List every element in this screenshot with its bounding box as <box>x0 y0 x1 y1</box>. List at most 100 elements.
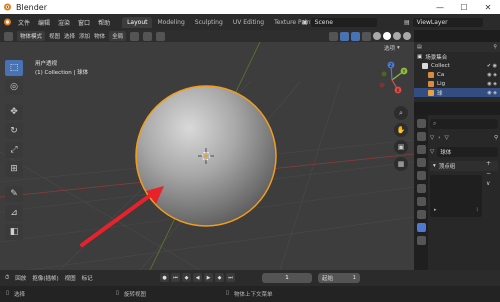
menu-timeline-view[interactable]: 视图 <box>65 274 76 282</box>
start-frame-field[interactable]: 起始 1 <box>318 273 360 283</box>
measure-tool-icon[interactable]: ⊿ <box>5 205 23 221</box>
list-item[interactable]: Collect ✔ ◉ <box>414 61 500 70</box>
modifier-tab-icon[interactable] <box>416 210 426 219</box>
data-tab-icon[interactable] <box>416 223 426 232</box>
world-tab-icon[interactable] <box>416 184 426 193</box>
overlay-toggle-icon[interactable] <box>351 31 360 41</box>
view-layer-name[interactable]: ViewLayer <box>412 17 483 27</box>
properties-search-input[interactable]: ⌕ <box>430 119 498 129</box>
object-name-field[interactable]: 球体 <box>437 147 498 157</box>
render-tab-icon[interactable] <box>416 132 426 141</box>
material-tab-icon[interactable] <box>416 236 426 245</box>
next-keyframe-icon[interactable]: ◆ <box>215 273 224 282</box>
visibility-eye-icon[interactable]: ◉ ◈ <box>487 72 500 78</box>
chevron-down-icon: ▾ <box>397 45 400 51</box>
maximize-button[interactable]: ☐ <box>452 0 476 14</box>
menu-help[interactable]: 帮助 <box>94 18 114 27</box>
3d-viewport[interactable]: 用户透视 (1) Collection | 球体 Y Z X ⌕ ✋ ▣ ▦ <box>0 42 414 270</box>
rendered-shading-icon[interactable] <box>403 32 411 40</box>
play-icon[interactable]: ▶ <box>204 273 213 282</box>
transform-orientation[interactable]: 全局 <box>109 31 127 41</box>
list-item[interactable]: ▣ 场景集合 <box>414 52 500 61</box>
solid-shading-icon[interactable] <box>383 32 391 40</box>
scene-selector[interactable]: ▣ Scene <box>302 16 402 28</box>
menu-object[interactable]: 物体 <box>94 32 105 40</box>
visibility-eye-icon[interactable]: ◉ ◈ <box>487 90 500 96</box>
mode-selector[interactable]: 物体模式 <box>17 31 46 41</box>
minimize-button[interactable]: — <box>428 0 452 14</box>
menu-file[interactable]: 文件 <box>14 18 34 27</box>
tool-tab-icon[interactable] <box>416 119 426 128</box>
vertex-group-list[interactable]: ▸ ⁞ <box>430 175 482 217</box>
view-layer-selector[interactable]: ▤ ViewLayer <box>404 16 500 28</box>
camera-view-icon[interactable]: ▣ <box>394 140 408 154</box>
editor-type-icon[interactable] <box>4 31 13 41</box>
outliner-item-label: 球 <box>437 90 443 97</box>
jump-start-icon[interactable]: ⏮ <box>171 273 180 282</box>
blender-menu-icon[interactable] <box>0 14 14 30</box>
scene-icon: ▣ <box>302 18 308 26</box>
menu-view[interactable]: 视图 <box>49 32 60 40</box>
tab-layout[interactable]: Layout <box>122 16 153 28</box>
output-tab-icon[interactable] <box>416 145 426 154</box>
scene-name[interactable]: Scene <box>310 17 377 27</box>
rotate-tool-icon[interactable]: ↻ <box>5 123 23 139</box>
menu-render[interactable]: 渲染 <box>54 18 74 27</box>
play-reverse-icon[interactable]: ◀ <box>193 273 202 282</box>
visibility-eye-icon[interactable]: ◉ ◈ <box>487 81 500 87</box>
remove-vertex-group-button[interactable]: − <box>486 169 491 179</box>
jump-end-icon[interactable]: ⏭ <box>226 273 235 282</box>
wireframe-shading-icon[interactable] <box>373 32 381 40</box>
tab-sculpting[interactable]: Sculpting <box>190 17 228 28</box>
tab-uv-editing[interactable]: UV Editing <box>228 17 269 28</box>
scene-tab-icon[interactable] <box>416 171 426 180</box>
select-box-icon[interactable]: ⬚ <box>5 60 23 76</box>
visibility-icon[interactable] <box>329 31 338 41</box>
close-button[interactable]: ✕ <box>476 0 500 14</box>
timeline-editor-icon[interactable]: ⏱ <box>5 275 9 282</box>
blender-logo-icon <box>0 0 14 14</box>
list-item[interactable]: Lig ◉ ◈ <box>414 79 500 88</box>
view-layer-tab-icon[interactable] <box>416 158 426 167</box>
outliner-editor-icon[interactable]: ▤ <box>417 44 422 50</box>
visibility-eye-icon[interactable]: ✔ ◉ <box>487 63 500 69</box>
zoom-icon[interactable]: ⌕ <box>394 106 408 120</box>
menu-add[interactable]: 添加 <box>79 32 90 40</box>
list-resize-icon[interactable]: ⁞ <box>476 207 478 213</box>
scale-tool-icon[interactable]: ⤢ <box>5 142 23 158</box>
menu-marker[interactable]: 标记 <box>82 274 93 282</box>
tab-modeling[interactable]: Modeling <box>152 17 189 28</box>
prev-keyframe-icon[interactable]: ◆ <box>182 273 191 282</box>
xray-icon[interactable] <box>362 31 371 41</box>
snap-icon[interactable] <box>143 31 153 41</box>
menu-select[interactable]: 选择 <box>64 32 75 40</box>
navigation-gizmo[interactable]: Y Z X <box>372 60 412 100</box>
object-tab-icon[interactable] <box>416 197 426 206</box>
pan-hand-icon[interactable]: ✋ <box>394 123 408 137</box>
proportional-edit-icon[interactable] <box>156 31 166 41</box>
transform-tool-icon[interactable]: ⊞ <box>5 161 23 177</box>
annotate-tool-icon[interactable]: ✎ <box>5 186 23 202</box>
current-frame-field[interactable]: 1 <box>262 273 312 283</box>
options-dropdown[interactable]: 选项 <box>384 44 395 52</box>
list-item[interactable]: Ca ◉ ◈ <box>414 70 500 79</box>
record-icon[interactable]: ● <box>160 273 169 282</box>
add-vertex-group-button[interactable]: + <box>486 159 491 169</box>
menu-keying[interactable]: 抠像(插帧) <box>32 274 58 282</box>
list-item[interactable]: 球 ◉ ◈ <box>414 88 500 97</box>
cursor-tool-icon[interactable]: ◎ <box>5 79 23 95</box>
gizmo-toggle-icon[interactable] <box>340 31 349 41</box>
add-cube-tool-icon[interactable]: ◧ <box>5 224 23 240</box>
menu-edit[interactable]: 编辑 <box>34 18 54 27</box>
grid-view-icon[interactable]: ▦ <box>394 157 408 171</box>
move-tool-icon[interactable]: ✥ <box>5 104 23 120</box>
pivot-icon[interactable] <box>130 31 140 41</box>
pin-icon[interactable]: ⚲ <box>494 135 498 141</box>
annotation-arrow <box>80 186 164 247</box>
outliner-filter-icon[interactable]: ⚲ <box>493 44 500 50</box>
menu-playback[interactable]: 回放 <box>15 274 26 282</box>
material-shading-icon[interactable] <box>393 32 401 40</box>
chevron-down-icon: ▾ <box>433 163 436 169</box>
menu-window[interactable]: 窗口 <box>74 18 94 27</box>
vertex-group-menu-button[interactable]: ∨ <box>486 179 491 189</box>
